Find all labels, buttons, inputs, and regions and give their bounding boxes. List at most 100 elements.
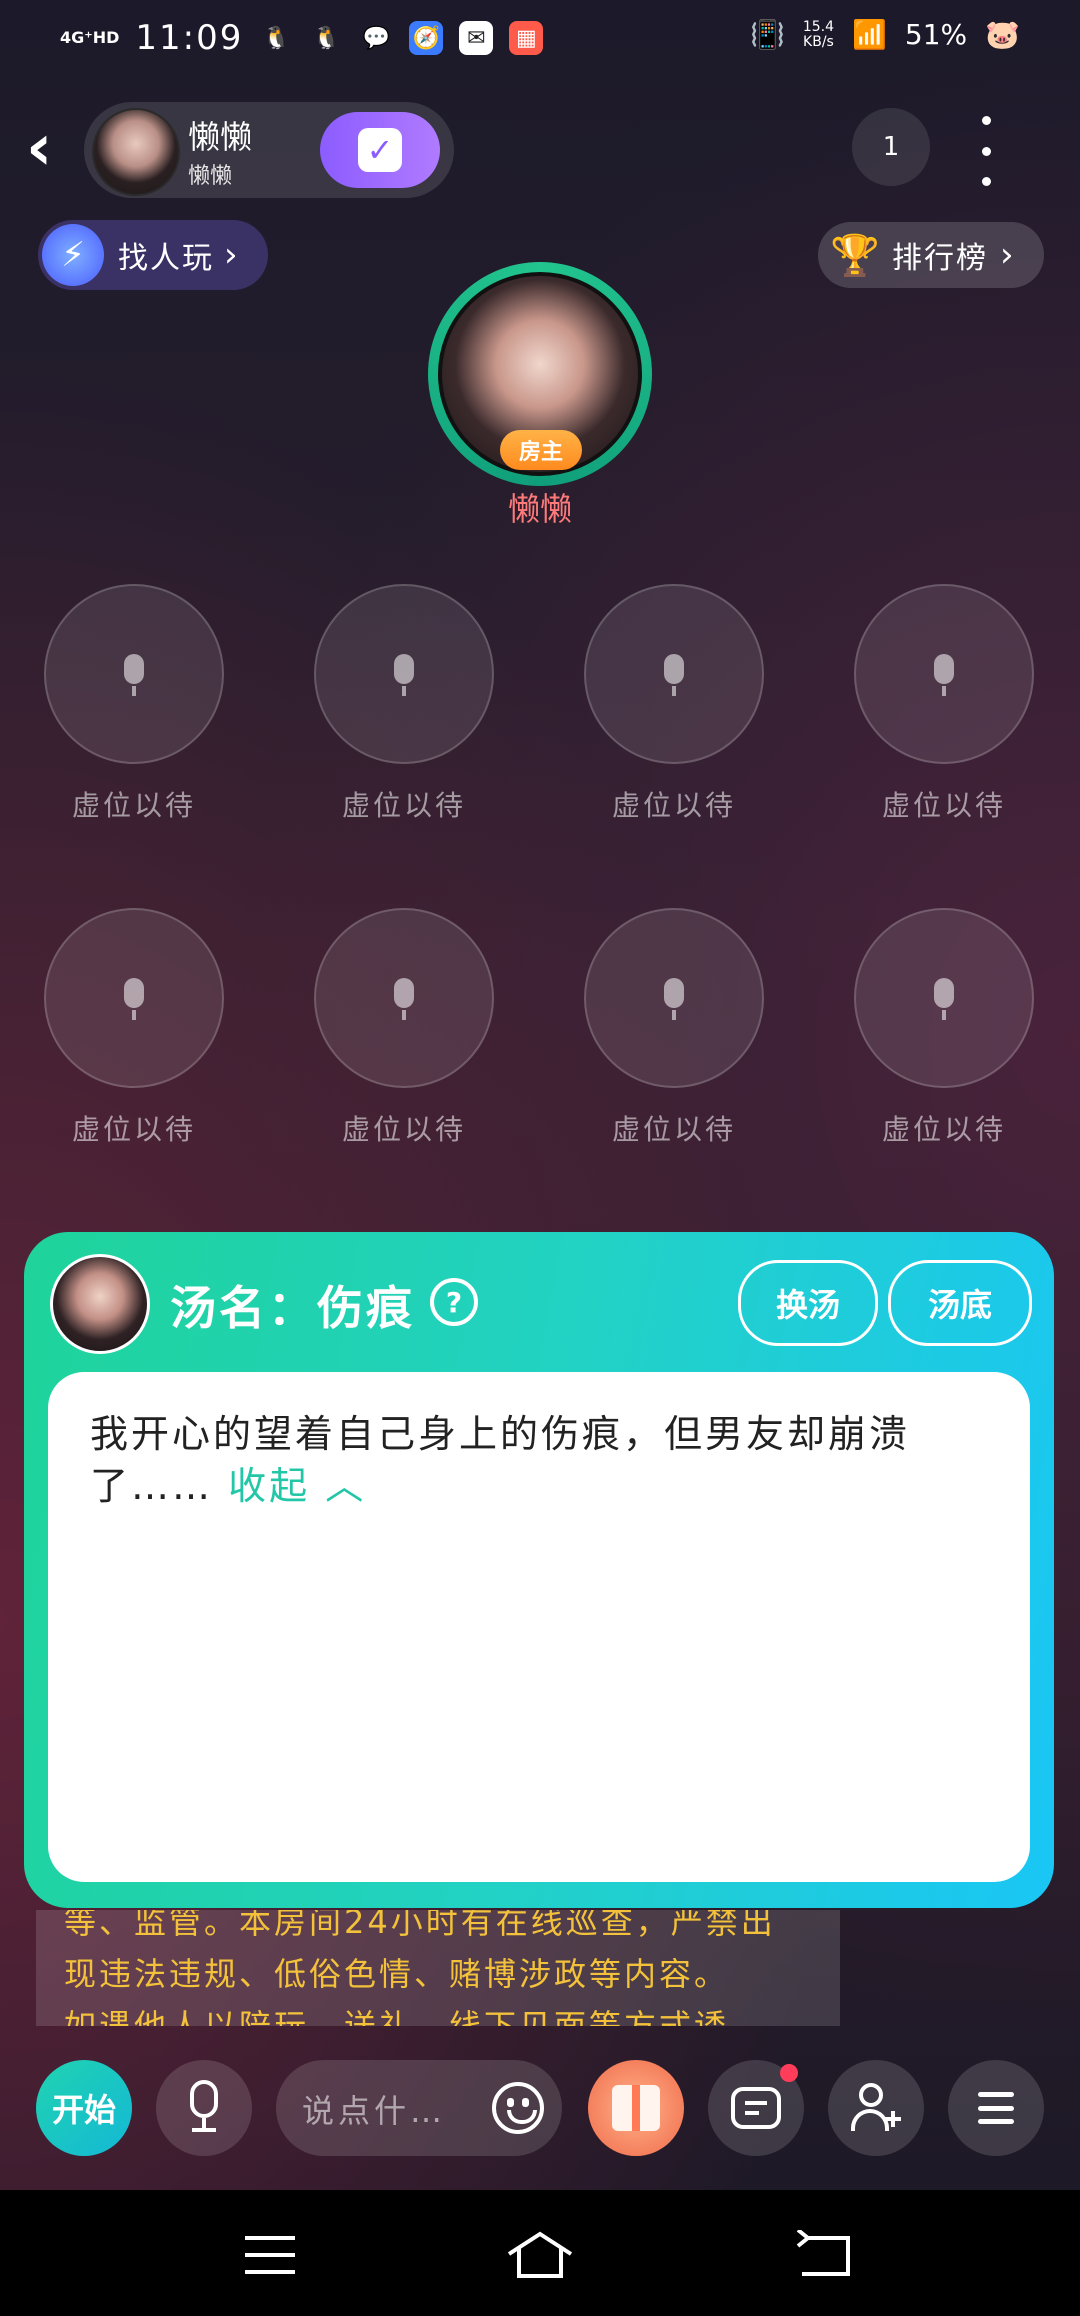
topic-content: 我开心的望着自己身上的伤痕，但男友却崩溃了…… 收起 ︿: [90, 1408, 990, 1512]
check-icon: ✓: [358, 128, 402, 172]
topic-content-panel: 我开心的望着自己身上的伤痕，但男友却崩溃了…… 收起 ︿: [48, 1372, 1030, 1882]
leaderboard-button[interactable]: 🏆 排行榜 ›: [818, 222, 1044, 288]
find-players-label: 找人玩: [118, 241, 214, 276]
host-seat-name: 懒懒: [507, 490, 572, 528]
seat-label: 虚位以待: [341, 1113, 466, 1146]
app-icon: ▦: [509, 21, 544, 55]
chat-input[interactable]: 说点什…: [276, 2060, 562, 2156]
menu-button[interactable]: [948, 2060, 1044, 2156]
qq-icon: 🐧: [262, 25, 291, 51]
answer-button[interactable]: 汤底: [888, 1260, 1032, 1346]
collapse-button[interactable]: 收起 ︿: [228, 1464, 366, 1508]
owner-sub: 懒懒: [188, 164, 233, 189]
mic-icon: [184, 2080, 224, 2136]
browser-icon: 🧭: [409, 21, 444, 55]
back-button[interactable]: ‹: [26, 116, 76, 180]
mic-seat[interactable]: 虚位以待: [854, 584, 1034, 824]
seat-circle[interactable]: [44, 908, 224, 1088]
wifi-icon: 📶: [852, 18, 887, 51]
mic-seat[interactable]: 虚位以待: [44, 584, 224, 824]
battery-level: 51%: [904, 18, 968, 51]
network-speed: 15.4 KB/s: [802, 18, 835, 50]
owner-name: 懒懒: [188, 118, 253, 156]
mic-icon: [659, 654, 689, 696]
mic-seat[interactable]: 虚位以待: [44, 908, 224, 1148]
room-notice: 等、监管。本房间24小时有在线巡查，严禁出 现违法违规、低俗色情、赌博涉政等内容…: [36, 1910, 840, 2026]
mic-seat[interactable]: 虚位以待: [584, 908, 764, 1148]
seat-circle[interactable]: [314, 584, 494, 764]
add-user-icon: [851, 2083, 901, 2133]
seat-label: 虚位以待: [611, 1113, 736, 1146]
gift-icon: [612, 2085, 660, 2131]
avatar[interactable]: [50, 1254, 150, 1354]
seat-circle[interactable]: [584, 908, 764, 1088]
chevron-right-icon: ›: [1000, 235, 1014, 275]
mic-seat[interactable]: 虚位以待: [314, 908, 494, 1148]
seat-circle[interactable]: [854, 584, 1034, 764]
owner-badge: 房主: [500, 430, 582, 470]
avatar[interactable]: [92, 108, 180, 196]
qq-icon: 🐧: [312, 25, 341, 51]
add-friend-button[interactable]: [828, 2060, 924, 2156]
pig-icon: 🐷: [985, 18, 1020, 51]
seat-label: 虚位以待: [341, 789, 466, 822]
mic-seat[interactable]: 虚位以待: [584, 584, 764, 824]
mic-seat[interactable]: 虚位以待: [854, 908, 1034, 1148]
seat-label: 虚位以待: [71, 1113, 196, 1146]
more-icon[interactable]: [966, 116, 1006, 186]
chevron-up-icon: ︿: [325, 1464, 367, 1508]
seat-circle[interactable]: [44, 584, 224, 764]
room-owner-pill[interactable]: 懒懒 懒懒 ✓: [84, 102, 454, 198]
emoji-icon[interactable]: [492, 2082, 544, 2134]
system-nav-bar: [0, 2190, 1080, 2316]
topic-card: 汤名：伤痕 ? 换汤 汤底 我开心的望着自己身上的伤痕，但男友却崩溃了…… 收起…: [24, 1232, 1054, 1908]
help-icon[interactable]: ?: [430, 1278, 478, 1326]
find-players-button[interactable]: ⚡ 找人玩 ›: [38, 220, 268, 290]
home-icon: [507, 2231, 573, 2278]
seat-label: 虚位以待: [881, 789, 1006, 822]
wechat-icon: 💬: [362, 25, 391, 51]
mic-button[interactable]: [156, 2060, 252, 2156]
messages-button[interactable]: [708, 2060, 804, 2156]
online-count-button[interactable]: 1: [852, 108, 930, 186]
seat-circle[interactable]: [314, 908, 494, 1088]
mic-icon: [929, 654, 959, 696]
mic-icon: [929, 978, 959, 1020]
notice-line: 如遇他人以陪玩、送礼、线下见面等方式诱: [64, 2007, 730, 2026]
start-button[interactable]: 开始: [36, 2060, 132, 2156]
message-icon: [731, 2087, 781, 2129]
recent-apps-button[interactable]: [230, 2220, 310, 2290]
seat-circle[interactable]: [584, 584, 764, 764]
gift-button[interactable]: [588, 2060, 684, 2156]
trophy-icon: 🏆: [830, 232, 880, 279]
mic-icon: [389, 978, 419, 1020]
mic-seat[interactable]: 虚位以待: [314, 584, 494, 824]
chat-placeholder: 说点什…: [302, 2092, 447, 2130]
network-indicator: 4G⁺HD: [60, 28, 120, 47]
topic-text: 我开心的望着自己身上的伤痕，但男友却崩溃了……: [90, 1412, 911, 1508]
home-button[interactable]: [500, 2220, 580, 2290]
mic-icon: [389, 654, 419, 696]
check-in-button[interactable]: ✓: [320, 112, 440, 188]
change-topic-button[interactable]: 换汤: [738, 1260, 878, 1346]
notice-line: 等、监管。本房间24小时有在线巡查，严禁出: [64, 1910, 776, 1941]
bottom-toolbar: 开始 说点什…: [0, 2060, 1080, 2160]
unread-dot: [780, 2064, 798, 2082]
mic-icon: [119, 978, 149, 1020]
leaderboard-label: 排行榜: [892, 241, 988, 276]
seat-label: 虚位以待: [611, 789, 736, 822]
back-nav-button[interactable]: [784, 2220, 864, 2290]
mic-icon: [659, 978, 689, 1020]
menu-icon: [978, 2092, 1014, 2124]
status-bar: 4G⁺HD 11:09 🐧 🐧 💬 🧭 ✉ ▦ 📳 15.4 KB/s 📶 51%…: [0, 0, 1080, 80]
lightning-icon: ⚡: [42, 224, 104, 286]
back-icon: [796, 2230, 850, 2276]
clock: 11:09: [135, 18, 244, 58]
chevron-right-icon: ›: [224, 235, 238, 275]
vibrate-icon: 📳: [749, 18, 785, 51]
seat-circle[interactable]: [854, 908, 1034, 1088]
notice-line: 现违法违规、低俗色情、赌博涉政等内容。: [64, 1955, 730, 1993]
mic-icon: [119, 654, 149, 696]
mail-icon: ✉: [459, 21, 494, 55]
menu-icon: [245, 2236, 295, 2274]
